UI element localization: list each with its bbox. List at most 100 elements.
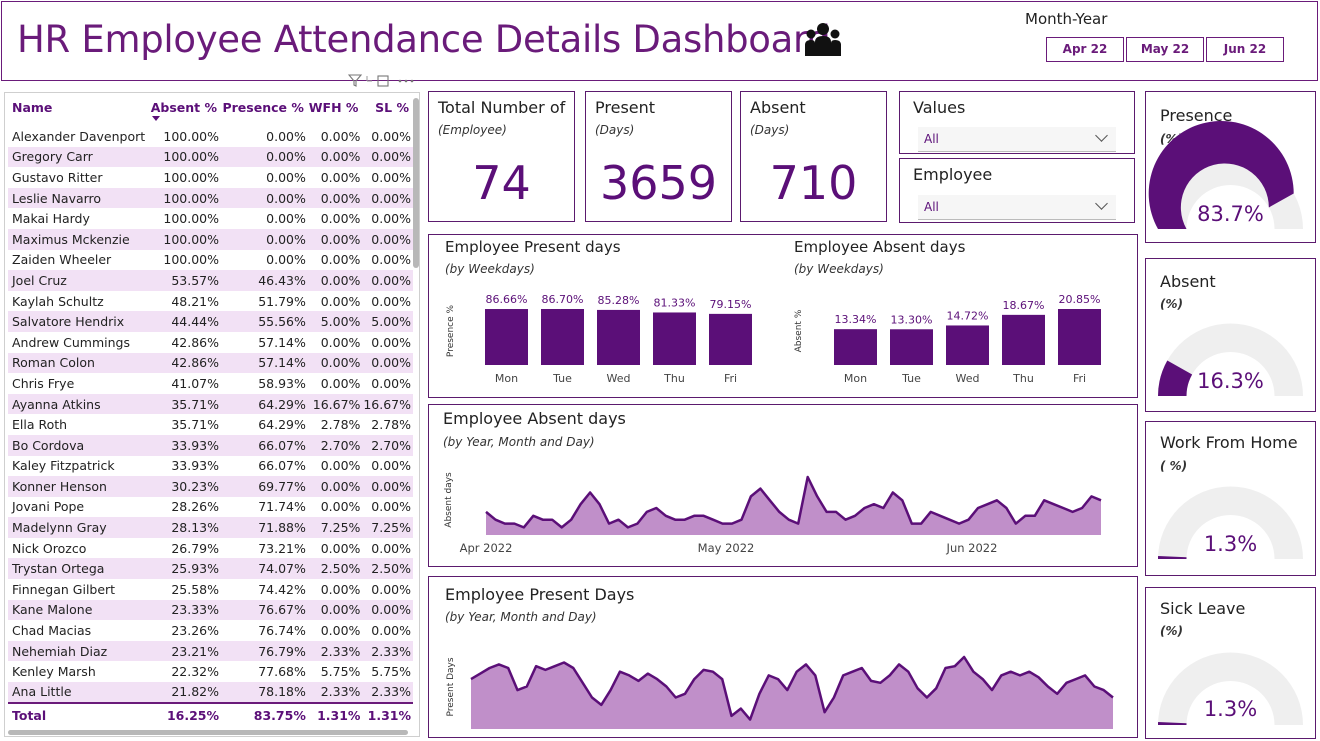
values-dropdown[interactable]: All	[918, 127, 1116, 152]
table-row[interactable]: Chad Macias 23.26% 76.74% 0.00% 0.00%	[8, 620, 413, 641]
bar-wed[interactable]	[597, 309, 640, 365]
cell-sl: 0.00%	[371, 128, 411, 144]
cell-name: Kaley Fitzpatrick	[12, 458, 115, 474]
table-row[interactable]: Gustavo Ritter 100.00% 0.00% 0.00% 0.00%	[8, 167, 413, 188]
cell-wfh: 2.33%	[307, 682, 363, 703]
cell-wfh: 0.00%	[307, 228, 363, 250]
table-row[interactable]: Jovani Pope 28.26% 71.74% 0.00% 0.00%	[8, 497, 413, 518]
x-tick-label: Mon	[495, 372, 518, 385]
table-row[interactable]: Kaylah Schultz 48.21% 51.79% 0.00% 0.00%	[8, 291, 413, 312]
month-button-apr[interactable]: Apr 22	[1046, 37, 1124, 62]
table-row[interactable]: Konner Henson 30.23% 69.77% 0.00% 0.00%	[8, 476, 413, 497]
table-row[interactable]: Ayanna Atkins 35.71% 64.29% 16.67% 16.67%	[8, 393, 413, 415]
cell-presence: 71.88%	[221, 517, 308, 538]
table-horizontal-scrollbar[interactable]	[8, 730, 408, 735]
month-button-may[interactable]: May 22	[1126, 37, 1204, 62]
employee-slicer: Employee All	[899, 158, 1135, 223]
employee-dropdown-value: All	[924, 200, 939, 214]
month-button-jun[interactable]: Jun 22	[1206, 37, 1284, 62]
absent-days-area-chart: Absent days Apr 2022 May 2022 Jun 2022	[444, 472, 1102, 555]
cell-wfh: 2.33%	[307, 640, 363, 662]
cell-wfh: 0.00%	[320, 375, 361, 391]
column-header-sl[interactable]: SL %	[362, 98, 413, 126]
kpi-subtitle: (Days)	[595, 123, 635, 137]
y-axis-label: Absent days	[444, 472, 454, 528]
y-axis-label: Presence %	[446, 304, 456, 357]
bar-mon[interactable]	[485, 309, 528, 365]
cell-absent: 35.71%	[171, 417, 220, 433]
table-row[interactable]: Andrew Cummings 42.86% 57.14% 0.00% 0.00%	[8, 332, 413, 353]
table-row[interactable]: Roman Colon 42.86% 57.14% 0.00% 0.00%	[8, 352, 413, 374]
bar-fri[interactable]	[1058, 309, 1101, 365]
cell-wfh: 0.00%	[320, 540, 361, 556]
chevron-down-icon	[1095, 129, 1108, 142]
column-header-name[interactable]: Name	[8, 98, 150, 126]
bar-mon[interactable]	[834, 329, 877, 365]
cell-presence: 46.43%	[221, 270, 308, 291]
bar-thu[interactable]	[653, 312, 696, 365]
cell-wfh: 0.00%	[320, 458, 361, 474]
bar-fri[interactable]	[709, 313, 752, 365]
present-days-area-chart: Present Days	[446, 655, 1114, 729]
bar-tue[interactable]	[541, 309, 584, 365]
table-row[interactable]: Maximus Mckenzie 100.00% 0.00% 0.00% 0.00%	[8, 228, 413, 250]
cell-absent: 100.00%	[163, 252, 220, 268]
table-row[interactable]: Alexander Davenport 100.00% 0.00% 0.00% 0.00…	[8, 126, 413, 147]
table-row[interactable]: Trystan Ortega 25.93% 74.07% 2.50% 2.50%	[8, 558, 413, 580]
table-row[interactable]: Chris Frye 41.07% 58.93% 0.00% 0.00%	[8, 373, 413, 394]
cell-absent: 30.23%	[149, 476, 222, 497]
cell-name: Gregory Carr	[8, 146, 150, 168]
table-row[interactable]: Ella Roth 35.71% 64.29% 2.78% 2.78%	[8, 414, 413, 435]
table-row[interactable]: Zaiden Wheeler 100.00% 0.00% 0.00% 0.00%	[8, 250, 413, 271]
data-label: 14.72%	[947, 309, 989, 322]
table-row[interactable]: Salvatore Hendrix 44.44% 55.56% 5.00% 5.00%	[8, 311, 413, 332]
cell-absent: 28.13%	[149, 517, 222, 538]
cell-name: Roman Colon	[8, 352, 150, 374]
data-label: 81.33%	[654, 296, 696, 309]
table-vertical-scrollbar[interactable]	[413, 98, 419, 268]
kpi-card-employees: Total Number of (Employee) 74	[428, 91, 575, 222]
cell-absent: 28.26%	[171, 499, 220, 515]
table-row[interactable]: Nick Orozco 26.79% 73.21% 0.00% 0.00%	[8, 538, 413, 559]
table-row[interactable]: Makai Hardy 100.00% 0.00% 0.00% 0.00%	[8, 208, 413, 229]
table-row[interactable]: Ana Little 21.82% 78.18% 2.33% 2.33%	[8, 682, 413, 703]
kpi-card-present-days: Present (Days) 3659	[585, 91, 732, 222]
employee-attendance-table: Name Absent % Presence % WFH % SL % Alex…	[8, 98, 413, 727]
table-row[interactable]: Kaley Fitzpatrick 33.93% 66.07% 0.00% 0.00%	[8, 456, 413, 477]
cell-wfh: 5.00%	[307, 311, 363, 332]
cell-presence: 69.77%	[221, 476, 308, 497]
bar-tue[interactable]	[890, 329, 933, 365]
table-row[interactable]: Nehemiah Diaz 23.21% 76.79% 2.33% 2.33%	[8, 640, 413, 662]
focus-mode-icon[interactable]	[377, 75, 389, 87]
table-row[interactable]: Finnegan Gilbert 25.58% 74.42% 0.00% 0.00%	[8, 579, 413, 600]
cell-presence: 76.79%	[221, 640, 308, 662]
column-header-wfh[interactable]: WFH %	[308, 98, 363, 126]
employee-slicer-label: Employee	[913, 165, 993, 184]
table-row[interactable]: Gregory Carr 100.00% 0.00% 0.00% 0.00%	[8, 146, 413, 168]
cell-sl: 5.00%	[362, 311, 413, 332]
column-header-absent[interactable]: Absent %	[150, 98, 222, 126]
table-row[interactable]: Joel Cruz 53.57% 46.43% 0.00% 0.00%	[8, 270, 413, 291]
bar-wed[interactable]	[946, 325, 989, 365]
table-row[interactable]: Kenley Marsh 22.32% 77.68% 5.75% 5.75%	[8, 661, 413, 682]
data-label: 86.70%	[542, 293, 584, 306]
cell-absent: 26.79%	[171, 540, 220, 556]
table-row[interactable]: Kane Malone 23.33% 76.67% 0.00% 0.00%	[8, 599, 413, 621]
sort-descending-icon[interactable]	[152, 116, 160, 121]
kpi-card-absent-days: Absent (Days) 710	[740, 91, 887, 222]
bar-thu[interactable]	[1002, 314, 1045, 365]
cell-name: Ella Roth	[12, 417, 68, 433]
cell-presence: 57.14%	[258, 334, 306, 350]
table-header-row: Name Absent % Presence % WFH % SL %	[8, 98, 413, 126]
kpi-value: 74	[472, 156, 531, 210]
table-row[interactable]: Bo Cordova 33.93% 66.07% 2.70% 2.70%	[8, 434, 413, 456]
cell-sl: 16.67%	[362, 393, 413, 415]
table-row[interactable]: Madelynn Gray 28.13% 71.88% 7.25% 7.25%	[8, 517, 413, 538]
filter-icon[interactable]	[348, 74, 363, 87]
cell-wfh: 7.25%	[307, 517, 363, 538]
cell-wfh: 0.00%	[320, 169, 361, 185]
column-header-presence[interactable]: Presence %	[221, 98, 308, 126]
employee-dropdown[interactable]: All	[918, 195, 1116, 220]
table-row[interactable]: Leslie Navarro 100.00% 0.00% 0.00% 0.00%	[8, 187, 413, 209]
more-options-icon[interactable]	[398, 79, 402, 83]
